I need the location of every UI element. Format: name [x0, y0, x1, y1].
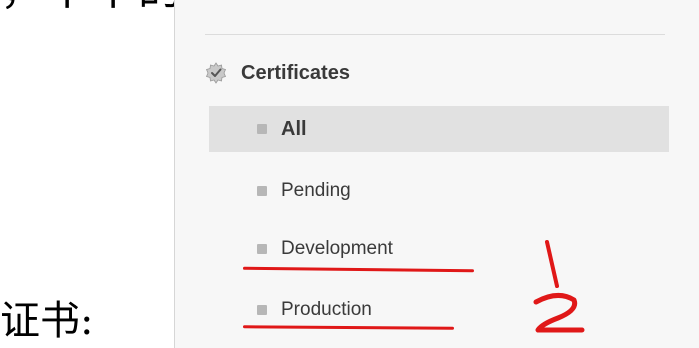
bullet-icon: [257, 124, 267, 134]
bullet-icon: [257, 244, 267, 254]
sidebar-item-label: All: [281, 117, 307, 140]
bullet-icon: [257, 305, 267, 315]
caption-label: 证书:: [0, 298, 94, 344]
sidebar-item-pending[interactable]: Pending: [209, 168, 351, 214]
certificates-sidebar: Certificates All Pending Development Pro…: [174, 0, 699, 348]
screenshot-canvas: ，下下的选契件选微件的微件以为机 证书: Certificates All Pe…: [0, 0, 699, 348]
sidebar-item-label: Pending: [281, 180, 351, 201]
sidebar-item-development[interactable]: Development: [209, 226, 393, 272]
certificate-icon: [205, 62, 227, 84]
bullet-icon: [257, 186, 267, 196]
annotation-number-1: [545, 240, 559, 288]
divider: [205, 34, 665, 35]
sidebar-item-label: Development: [281, 238, 393, 259]
section-title: Certificates: [241, 61, 350, 84]
annotation-number-2: [533, 293, 585, 333]
certificates-section-header[interactable]: Certificates: [205, 56, 350, 90]
sidebar-item-all[interactable]: All: [209, 106, 669, 152]
sidebar-item-label: Production: [281, 299, 372, 320]
